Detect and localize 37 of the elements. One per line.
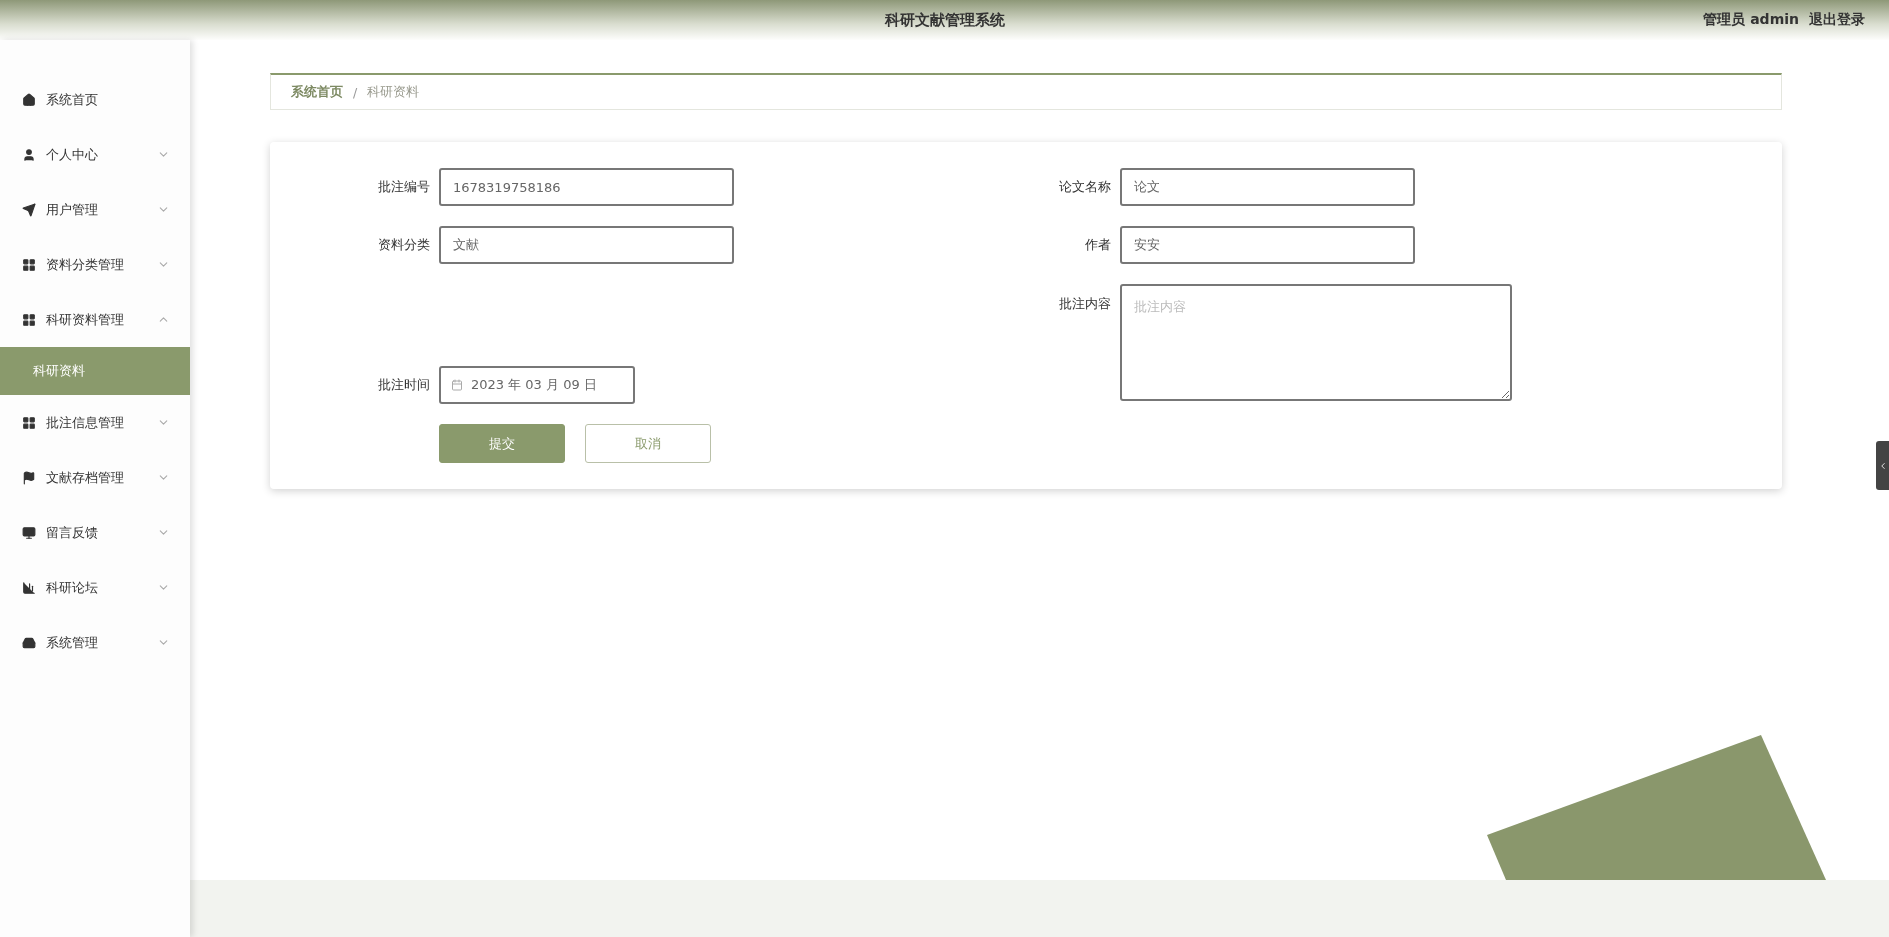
grid-icon	[22, 257, 36, 272]
field-label: 作者	[1084, 236, 1111, 254]
sidebar-item[interactable]: 系统管理	[0, 615, 190, 670]
text-area[interactable]: 批注内容	[1120, 284, 1512, 401]
text-field[interactable]: 安安	[1120, 226, 1415, 264]
field-label: 批注内容	[1058, 295, 1111, 313]
grid-icon	[22, 312, 36, 327]
date-field[interactable]: 2023 年 03 月 09 日	[439, 366, 635, 404]
user-icon	[22, 147, 36, 162]
flag-icon	[22, 470, 36, 485]
text-field[interactable]: 1678319758186	[439, 168, 734, 206]
sidebar-item[interactable]: 文献存档管理	[0, 450, 190, 505]
user-name: 管理员 admin	[1703, 11, 1799, 29]
sidebar-item[interactable]: 系统首页	[0, 72, 190, 127]
grid-icon	[22, 415, 36, 430]
text-field[interactable]: 文献	[439, 226, 734, 264]
sidebar-item[interactable]: 个人中心	[0, 127, 190, 182]
sidebar-item[interactable]: 留言反馈	[0, 505, 190, 560]
calendar-icon	[451, 379, 463, 391]
field-label: 批注时间	[377, 376, 430, 394]
sidebar-item[interactable]: 资料分类管理	[0, 237, 190, 292]
logout-link[interactable]: 退出登录	[1809, 11, 1865, 29]
breadcrumb-link[interactable]: 系统首页	[291, 83, 343, 101]
field-label: 论文名称	[1058, 178, 1111, 196]
monitor-icon	[22, 525, 36, 540]
breadcrumb-separator: /	[353, 84, 358, 100]
text-field[interactable]: 论文	[1120, 168, 1415, 206]
app-title: 科研文献管理系统	[884, 10, 1005, 30]
field-label: 批注编号	[377, 178, 430, 196]
sidebar-item[interactable]: 用户管理	[0, 182, 190, 237]
home-icon	[22, 92, 36, 107]
sidebar-item[interactable]: 科研论坛	[0, 560, 190, 615]
sidebar-item[interactable]: 科研资料管理	[0, 292, 190, 347]
paper-plane-icon	[22, 202, 36, 217]
sidebar-item[interactable]: 批注信息管理	[0, 395, 190, 450]
side-handle[interactable]	[1876, 441, 1889, 490]
field-label: 资料分类	[377, 236, 430, 254]
